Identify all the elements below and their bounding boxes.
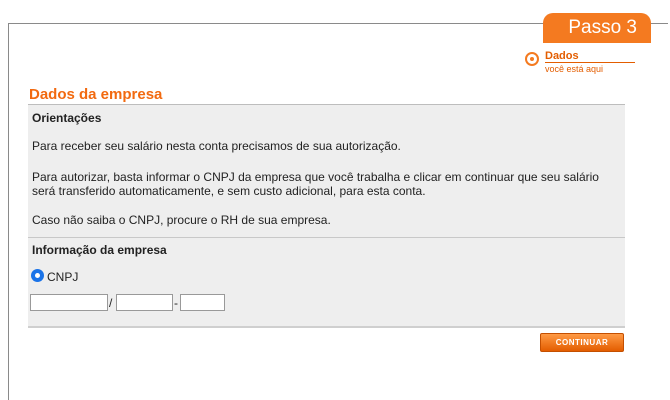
page-title: Dados da empresa — [29, 86, 163, 103]
form-panel: Orientações Para receber seu salário nes… — [28, 104, 625, 328]
step-indicator: Dados você está aqui — [525, 50, 665, 80]
step-name: Dados — [545, 50, 635, 63]
guidance-heading: Orientações — [32, 111, 102, 125]
continue-button[interactable]: CONTINUAR — [540, 333, 624, 352]
guidance-paragraph-1: Para receber seu salário nesta conta pre… — [32, 139, 401, 153]
cnpj-dash-separator: - — [174, 296, 178, 310]
step-sub: você está aqui — [545, 64, 604, 74]
panel-bottom-border — [28, 326, 625, 328]
cnpj-slash-separator: / — [109, 296, 113, 310]
guidance-paragraph-3: Caso não saiba o CNPJ, procure o RH de s… — [32, 213, 331, 227]
cnpj-input-2[interactable] — [116, 294, 173, 311]
company-heading: Informação da empresa — [32, 243, 167, 257]
cnpj-input-1[interactable] — [30, 294, 108, 311]
step-badge: Passo 3 — [543, 13, 651, 43]
cnpj-radio-label: CNPJ — [47, 270, 79, 284]
guidance-paragraph-2: Para autorizar, basta informar o CNPJ da… — [32, 170, 599, 198]
section-divider — [28, 237, 625, 238]
target-icon — [525, 52, 539, 66]
cnpj-radio[interactable] — [31, 269, 44, 282]
cnpj-input-3[interactable] — [180, 294, 225, 311]
